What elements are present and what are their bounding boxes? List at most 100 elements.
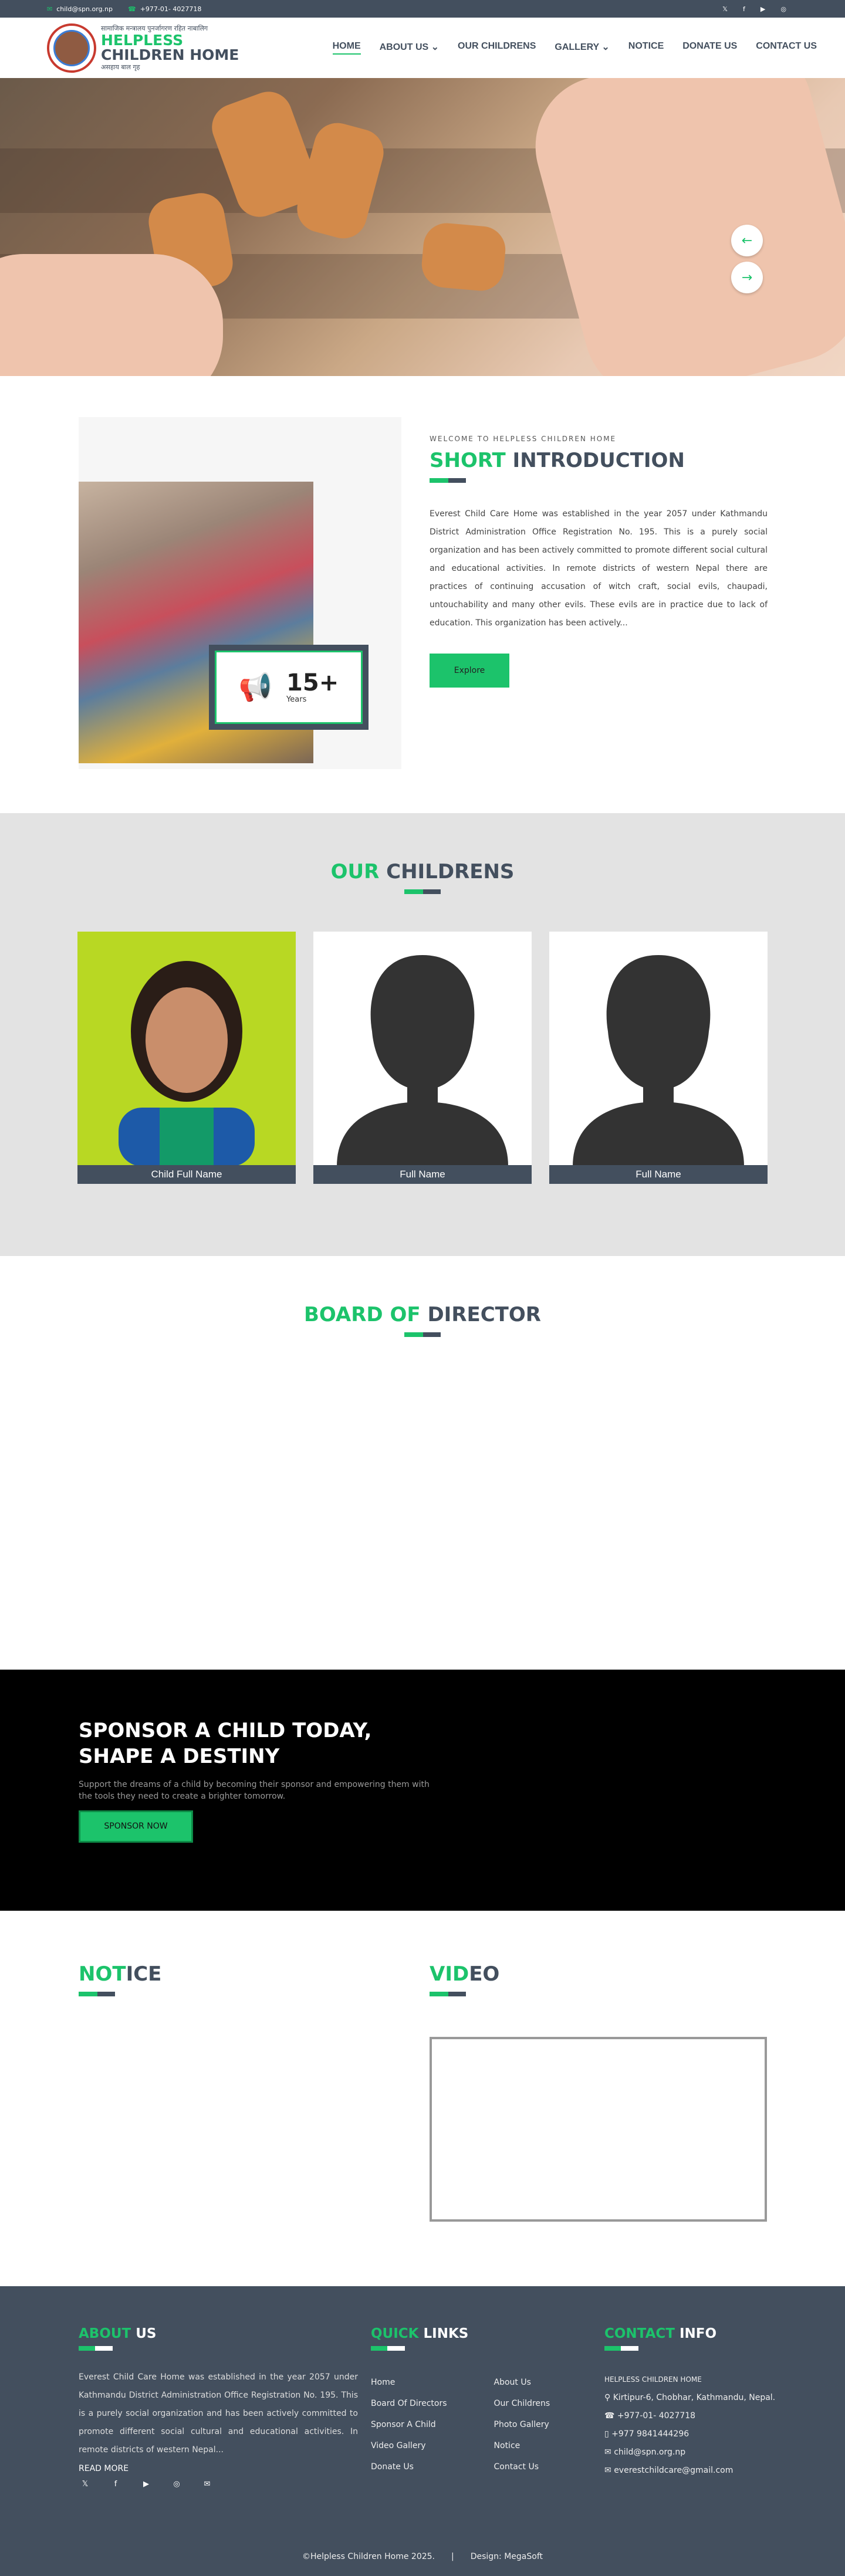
footer-links-title: QUICK LINKS [371, 2326, 594, 2341]
nav-our-childrens[interactable]: OUR CHILDRENS [458, 41, 536, 55]
child-photo [77, 932, 296, 1166]
avatar-placeholder [313, 932, 532, 1166]
video-title-green: VID [430, 1962, 469, 1986]
top-email[interactable]: ✉ child@spn.org.np [47, 5, 113, 13]
footer-address-text: Kirtipur-6, Chobhar, Kathmandu, Nepal. [613, 2393, 776, 2402]
child-card[interactable]: Full Name [549, 932, 768, 1184]
footer-mobile-text: +977 9841444296 [611, 2429, 689, 2439]
footer-mobile[interactable]: ▯ +977 9841444296 [604, 2425, 780, 2443]
footer-org-name: HELPLESS CHILDREN HOME [604, 2375, 702, 2384]
map-pin-icon: ⚲ [604, 2393, 613, 2402]
video-column: VIDEO [430, 1962, 499, 1996]
hero-prev-button[interactable]: ← [731, 225, 763, 256]
footer-link-video-gallery[interactable]: Video Gallery [371, 2435, 447, 2456]
footer-link-about[interactable]: About Us [494, 2372, 550, 2393]
top-social: 𝕏 f ▶ ◎ [722, 5, 786, 13]
sponsor-text: Support the dreams of a child by becomin… [79, 1780, 430, 1801]
nav-contact-us[interactable]: CONTACT US [756, 41, 817, 55]
logo-text: सामाजिक मन्त्रालय पुनर्जागरण रहित नाबालि… [101, 24, 239, 72]
envelope-icon: ✉ [604, 2448, 614, 2457]
main-nav: HOME ABOUT US ⌄ OUR CHILDRENS GALLERY ⌄ … [332, 41, 817, 55]
footer-about-title-white: US [131, 2326, 157, 2341]
mobile-icon: ▯ [604, 2429, 612, 2439]
footer-link-donate[interactable]: Donate Us [371, 2456, 447, 2477]
chevron-down-icon: ⌄ [601, 42, 610, 52]
footer-contact-title-white: INFO [674, 2326, 717, 2341]
footer-link-notice[interactable]: Notice [494, 2435, 550, 2456]
intro-title-green: SHORT [430, 449, 506, 472]
footer-link-board[interactable]: Board Of Directors [371, 2393, 447, 2414]
footer-link-contact[interactable]: Contact Us [494, 2456, 550, 2477]
twitter-icon[interactable]: 𝕏 [79, 2480, 92, 2489]
footer-email2[interactable]: ✉ everestchildcare@gmail.com [604, 2462, 780, 2480]
twitter-icon[interactable]: 𝕏 [722, 5, 728, 13]
hero-next-button[interactable]: → [731, 262, 763, 293]
nav-gallery[interactable]: GALLERY ⌄ [555, 41, 609, 55]
child-name: Full Name [313, 1165, 532, 1184]
notice-title: NOTICE [79, 1962, 161, 1986]
facebook-icon[interactable]: f [743, 5, 745, 13]
years-number: 15+ [286, 669, 339, 696]
notice-title-dark: ICE [126, 1962, 162, 1986]
footer-address: ⚲ Kirtipur-6, Chobhar, Kathmandu, Nepal. [604, 2389, 780, 2407]
footer-link-photo-gallery[interactable]: Photo Gallery [494, 2414, 550, 2435]
top-contact: ✉ child@spn.org.np ☎ +977-01- 4027718 [47, 5, 201, 13]
title-underline [0, 1332, 845, 1337]
facebook-icon[interactable]: f [109, 2480, 122, 2489]
footer-about-text: Everest Child Care Home was established … [79, 2372, 358, 2455]
video-title: VIDEO [430, 1962, 499, 1986]
title-underline [79, 1992, 161, 1996]
childrens-title-green: OUR [330, 860, 380, 884]
footer-about-title: ABOUT US [79, 2326, 358, 2341]
envelope-icon: ✉ [47, 5, 53, 13]
footer-phone-text: +977-01- 4027718 [617, 2411, 696, 2421]
design-credit[interactable]: Design: MegaSoft [471, 2552, 543, 2561]
title-underline [79, 2346, 358, 2351]
footer-contact-title-green: CONTACT [604, 2326, 675, 2341]
nav-about-us[interactable]: ABOUT US ⌄ [380, 41, 439, 55]
instagram-icon[interactable]: ◎ [170, 2480, 183, 2489]
nav-home[interactable]: HOME [332, 41, 361, 55]
child-name: Full Name [549, 1165, 768, 1184]
video-title-dark: EO [469, 1962, 500, 1986]
nav-donate-us[interactable]: DONATE US [682, 41, 737, 55]
avatar-placeholder [549, 932, 768, 1166]
footer-email1[interactable]: ✉ child@spn.org.np [604, 2443, 780, 2462]
childrens-title: OUR CHILDRENS [0, 860, 845, 884]
site-logo[interactable]: सामाजिक मन्त्रालय पुनर्जागरण रहित नाबालि… [47, 23, 239, 73]
read-more-link[interactable]: READ MORE [79, 2464, 358, 2473]
footer-contact-title: CONTACT INFO [604, 2326, 780, 2341]
copyright-text: ©Helpless Children Home 2025. [302, 2552, 435, 2561]
envelope-icon: ✉ [604, 2466, 614, 2475]
children-cards: Child Full Name Full Name Full Name [77, 932, 768, 1184]
footer-quick-links: QUICK LINKS Home Board Of Directors Spon… [371, 2326, 594, 2477]
years-badge: 📢 15+ Years [209, 645, 369, 730]
video-embed[interactable] [430, 2037, 767, 2222]
footer-about: ABOUT US Everest Child Care Home was est… [79, 2326, 358, 2473]
youtube-icon[interactable]: ▶ [760, 5, 765, 13]
sponsor-title: SPONSOR A CHILD TODAY, SHAPE A DESTINY [79, 1719, 372, 1768]
logo-devanagari2: असहाय बाल गृह [101, 63, 140, 71]
youtube-icon[interactable]: ▶ [140, 2480, 153, 2489]
footer-phone[interactable]: ☎ +977-01- 4027718 [604, 2407, 780, 2425]
intro-text: Everest Child Care Home was established … [430, 509, 768, 628]
child-card[interactable]: Full Name [313, 932, 532, 1184]
notice-title-green: NOT [79, 1962, 126, 1986]
top-phone[interactable]: ☎ +977-01- 4027718 [128, 5, 201, 13]
footer-links-col2: About Us Our Childrens Photo Gallery Not… [494, 2372, 550, 2477]
title-underline [430, 1992, 499, 1996]
email-icon[interactable]: ✉ [201, 2480, 214, 2489]
notice-video-section: NOTICE VIDEO [0, 1911, 845, 2286]
footer-link-childrens[interactable]: Our Childrens [494, 2393, 550, 2414]
sponsor-now-button[interactable]: SPONSOR NOW [79, 1810, 193, 1843]
child-card[interactable]: Child Full Name [77, 932, 296, 1184]
intro-section: 📢 15+ Years WELCOME TO HELPLESS CHILDREN… [0, 376, 845, 813]
footer-link-home[interactable]: Home [371, 2372, 447, 2393]
explore-button[interactable]: Explore [430, 654, 509, 688]
child-name: Child Full Name [77, 1165, 296, 1184]
nav-notice[interactable]: NOTICE [628, 41, 664, 55]
our-childrens-section: OUR CHILDRENS Child Full Name Full Name … [0, 813, 845, 1256]
nav-gallery-label: GALLERY [555, 42, 599, 52]
footer-link-sponsor[interactable]: Sponsor A Child [371, 2414, 447, 2435]
instagram-icon[interactable]: ◎ [780, 5, 786, 13]
